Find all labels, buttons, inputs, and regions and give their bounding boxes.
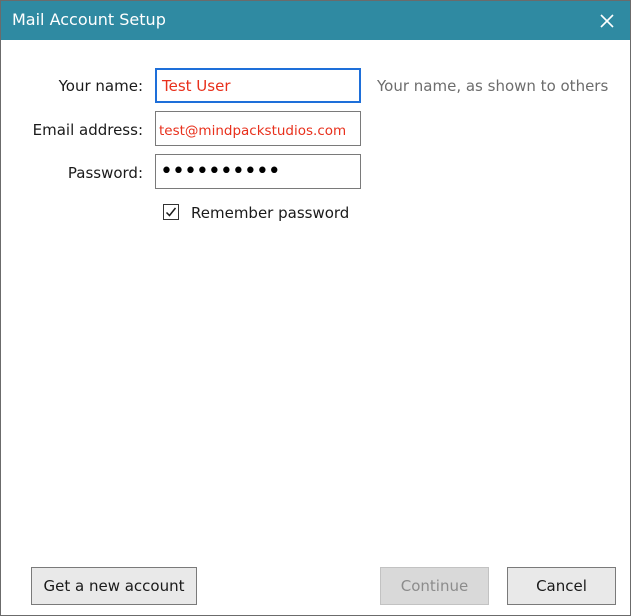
get-new-account-button[interactable]: Get a new account [31,567,197,605]
email-input-value: test@mindpackstudios.com [159,123,347,139]
name-label: Your name: [58,77,143,95]
email-input[interactable]: test@mindpackstudios.com [155,111,361,146]
name-input-value: Test User [162,77,231,95]
email-label: Email address: [32,121,143,139]
check-icon [165,207,177,217]
title-bar[interactable]: Mail Account Setup [1,1,630,40]
close-button[interactable] [584,1,630,40]
close-icon [600,13,614,28]
password-input[interactable]: •••••••••• [155,154,361,189]
remember-password-checkbox[interactable] [163,204,179,220]
cancel-button[interactable]: Cancel [507,567,616,605]
name-hint: Your name, as shown to others [377,77,609,95]
password-input-value: •••••••••• [160,159,281,184]
mail-account-setup-dialog: Mail Account Setup Your name: Test User … [0,0,631,616]
remember-password-label[interactable]: Remember password [191,203,349,223]
name-input[interactable]: Test User [155,68,361,103]
password-label: Password: [67,164,143,182]
dialog-title: Mail Account Setup [12,10,166,29]
continue-button[interactable]: Continue [380,567,489,605]
